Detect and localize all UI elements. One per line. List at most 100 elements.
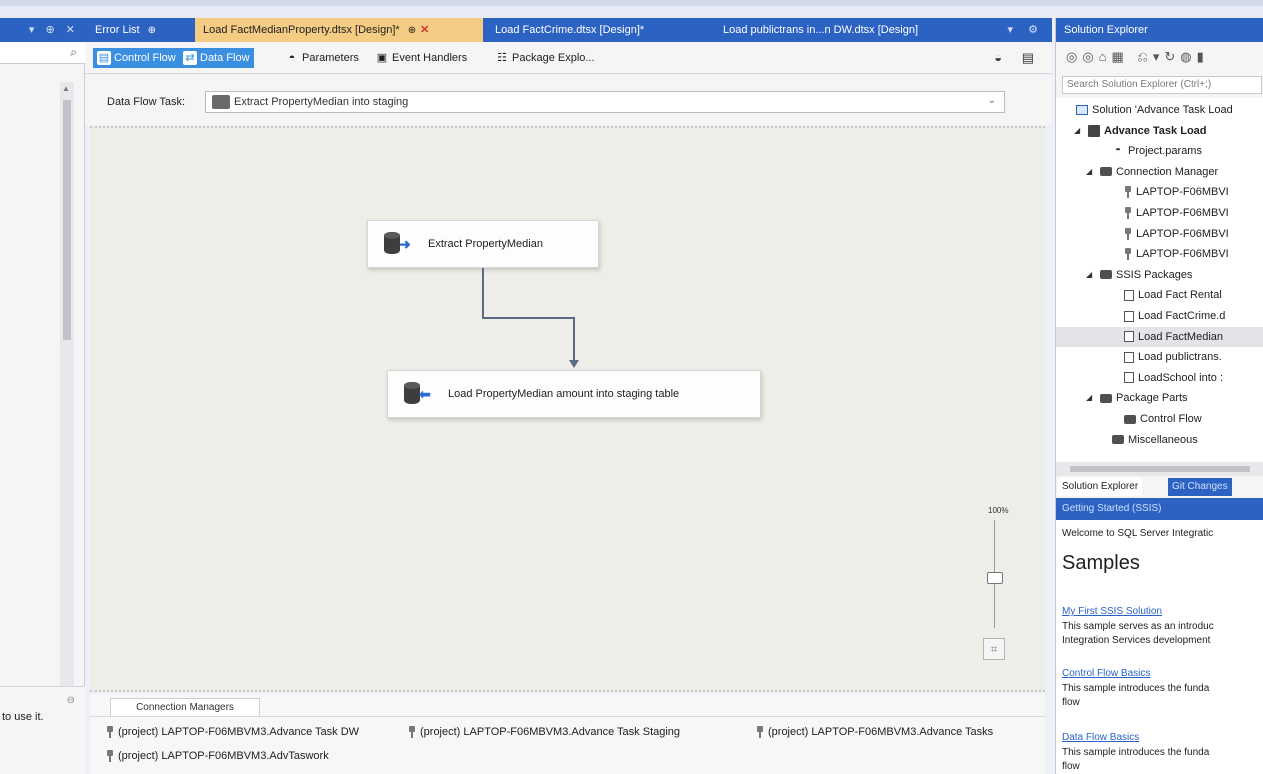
solution-explorer-search-input[interactable]: Search Solution Explorer (Ctrl+;) [1062,76,1262,94]
connection-icon [756,726,764,738]
tab-control-flow[interactable]: ▤ Control Flow [93,48,180,68]
connection-manager-item[interactable]: (project) LAPTOP-F06MBVM3.Advance Task D… [106,726,359,738]
connection-manager-label: (project) LAPTOP-F06MBVM3.Advance Tasks [768,726,994,738]
connection-icon [1124,186,1132,199]
project-icon [1088,124,1100,137]
toolbar-right-icons[interactable]: ◒ ▤ [994,50,1042,66]
data-flow-task-select[interactable]: Extract PropertyMedian into staging ⌄ [205,91,1005,113]
tree-node[interactable]: Miscellaneous [1056,430,1263,450]
expander-icon[interactable]: ◢ [1086,388,1096,408]
sample-link-first-ssis[interactable]: My First SSIS Solution [1062,606,1162,617]
expander-icon[interactable]: ◢ [1074,121,1084,141]
tab-label: Load FactCrime.dtsx [Design]* [495,24,645,36]
sample-desc: This sample introduces the funda [1062,683,1210,694]
source-component[interactable]: ➜ Extract PropertyMedian [367,220,599,268]
solution-explorer-title: Solution Explorer [1056,18,1263,42]
connection-manager-item[interactable]: (project) LAPTOP-F06MBVM3.AdvTaswork [106,750,329,762]
tree-node[interactable]: LAPTOP-F06MBVI [1056,182,1263,202]
solution-icon [1076,105,1088,115]
tab-error-list[interactable]: Error List ⊕ [87,18,187,42]
connection-managers-tab[interactable]: Connection Managers [110,698,260,716]
tree-node[interactable]: Load FactMedian [1056,326,1263,347]
scroll-thumb[interactable] [63,100,71,340]
tree-node-label: Load FactMedian [1138,330,1223,343]
zoom-slider-thumb[interactable] [987,572,1003,584]
tree-node[interactable]: Solution 'Advance Task Load [1056,100,1263,120]
tab-parameters[interactable]: ◓ Parameters [285,48,359,68]
tab-load-factcrime[interactable]: Load FactCrime.dtsx [Design]* [487,18,707,42]
tab-label: Error List [95,24,140,36]
hscroll-thumb[interactable] [1070,466,1250,472]
tree-node[interactable]: LoadSchool into : [1056,368,1263,388]
tree-node-label: Solution 'Advance Task Load [1092,104,1233,116]
connection-icon [1124,227,1132,240]
getting-started-welcome: Welcome to SQL Server Integratic [1062,528,1214,539]
pin-icon[interactable]: ⊕ [148,25,156,36]
design-canvas[interactable]: ➜ Extract PropertyMedian ⬅ Load Property… [90,126,1045,692]
path-segment-3[interactable] [573,317,575,361]
tree-node[interactable]: LAPTOP-F06MBVI [1056,244,1263,264]
sample-link-control-flow[interactable]: Control Flow Basics [1062,668,1150,679]
solution-tree-hscrollbar[interactable] [1056,462,1263,476]
tree-node-label: Connection Manager [1116,165,1219,178]
sample-link-data-flow[interactable]: Data Flow Basics [1062,732,1139,743]
connection-manager-item[interactable]: (project) LAPTOP-F06MBVM3.Advance Task S… [408,726,680,738]
tree-node-label: Advance Task Load [1104,124,1207,137]
solution-explorer-panel: Solution Explorer ◎◎⌂▦ ⎌▾↻◍▮ Search Solu… [1055,18,1263,774]
tree-node-label: Miscellaneous [1128,433,1198,446]
left-panel-window-buttons[interactable]: ▾ ⊕ ✕ [29,23,79,36]
tab-load-factmedianproperty[interactable]: Load FactMedianProperty.dtsx [Design]* ⊕ ✕ [195,18,483,42]
solution-explorer-toolbar[interactable]: ◎◎⌂▦ ⎌▾↻◍▮ [1056,42,1263,74]
tree-node[interactable]: Control Flow [1056,409,1263,429]
connection-manager-item[interactable]: (project) LAPTOP-F06MBVM3.Advance Tasks [756,726,993,738]
tree-node[interactable]: Load publictrans. [1056,347,1263,367]
tab-load-publictrans[interactable]: Load publictrans in...n DW.dtsx [Design] [713,18,973,42]
control-flow-icon: ▤ [97,51,111,65]
tab-git-changes[interactable]: Git Changes [1168,478,1232,496]
tree-node[interactable]: ◢ Connection Manager [1056,162,1263,182]
solution-tree: Solution 'Advance Task Load ◢ Advance Task… [1056,98,1263,462]
expander-icon[interactable]: ◢ [1086,162,1096,182]
path-segment-2[interactable] [482,317,574,319]
folder-icon [1100,167,1112,177]
connection-icon [1124,248,1132,261]
connection-manager-label: (project) LAPTOP-F06MBVM3.AdvTaswork [118,750,329,762]
tree-node[interactable]: Load FactCrime.d [1056,306,1263,326]
tree-node-label: LAPTOP-F06MBVI [1136,248,1229,261]
expander-icon[interactable]: ◢ [1086,265,1096,285]
tree-node[interactable]: ◢ Advance Task Load [1056,121,1263,141]
close-icon[interactable]: ✕ [420,24,429,36]
tab-package-explorer[interactable]: ☷ Package Explo... [495,48,595,68]
designer-toolbar: ▤ Control Flow ⇄ Data Flow ◓ Parameters ▣ Ev… [85,42,1052,74]
parameters-icon: ◓ [288,52,296,64]
source-component-label: Extract PropertyMedian [428,238,543,250]
pin-icon[interactable]: ⊕ [408,25,416,36]
title-strip [0,0,1263,18]
tab-overflow-icon[interactable]: ▾ ⚙ [1008,23,1044,36]
left-panel-search[interactable]: ⌕ [0,42,85,64]
tree-node[interactable]: LAPTOP-F06MBVI [1056,224,1263,244]
package-icon [1124,372,1134,384]
tree-node[interactable]: ◓ Project.params [1056,141,1263,161]
tab-label: Parameters [302,52,359,64]
title-accent [0,0,1263,6]
scroll-up-icon[interactable]: ▲ [62,84,70,93]
path-arrowhead-icon [569,360,579,368]
chevron-down-icon[interactable]: ⌄ [988,95,996,106]
tab-solution-explorer[interactable]: Solution Explorer [1058,478,1143,496]
tree-node[interactable]: ◢ Package Parts [1056,388,1263,408]
destination-component[interactable]: ⬅ Load PropertyMedian amount into stagin… [387,370,761,418]
tab-data-flow[interactable]: ⇄ Data Flow [179,48,254,68]
tree-node[interactable]: LAPTOP-F06MBVI [1056,203,1263,223]
folder-icon [1112,435,1124,445]
left-panel-scrollbar[interactable]: ▲ ▼ [60,82,74,700]
tree-node[interactable]: ◢ SSIS Packages [1056,265,1263,285]
tree-node-label: LoadSchool into : [1138,371,1224,384]
left-tool-panel: ▾ ⊕ ✕ ⌕ ▲ ▼ ⊖ to use it. [0,18,85,774]
zoom-to-fit-icon[interactable]: ⌗ [983,638,1005,660]
tree-node[interactable]: Load Fact Rental [1056,285,1263,305]
path-segment-1[interactable] [482,268,484,318]
sample-desc: This sample serves as an introduc [1062,621,1214,632]
connection-icon [106,726,114,738]
tab-event-handlers[interactable]: ▣ Event Handlers [375,48,467,68]
